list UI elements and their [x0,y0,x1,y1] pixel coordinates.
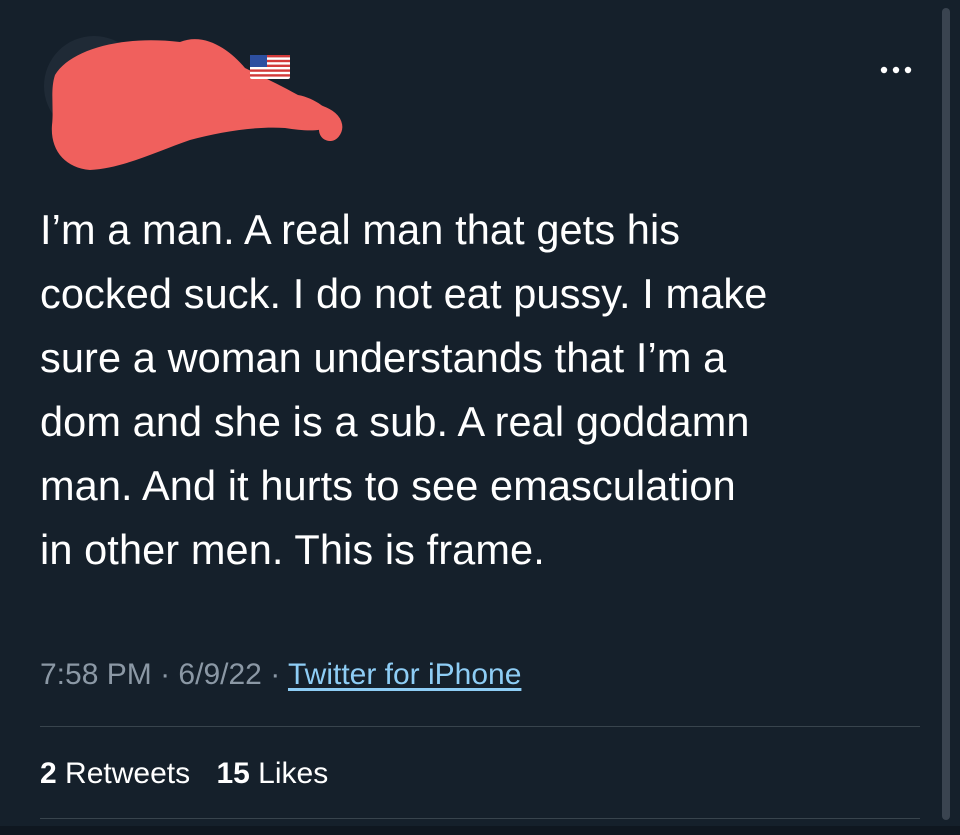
likes-label: Likes [258,757,329,790]
divider [40,726,920,727]
tweet-header [0,0,940,190]
tweet-text: I’m a man. A real man that gets his cock… [40,206,768,573]
retweets-stat[interactable]: 2 Retweets [40,752,190,796]
retweets-label: Retweets [65,757,191,790]
tweet-metadata: 7:58 PM · 6/9/22 · Twitter for iPhone [40,653,920,697]
scrollbar[interactable] [942,8,950,820]
likes-stat[interactable]: 15 Likes [216,752,328,796]
tweet-date[interactable]: 6/9/22 [178,658,261,691]
bottom-edge [0,826,960,835]
retweets-count: 2 [40,757,57,790]
tweet-stats: 2 Retweets 15 Likes [40,752,346,796]
likes-count: 15 [216,757,250,790]
redaction-scribble [51,39,343,170]
more-horizontal-icon [880,66,912,74]
meta-separator: · [270,658,281,691]
tweet-time[interactable]: 7:58 PM [40,658,152,691]
divider [40,818,920,819]
more-options-button[interactable] [872,56,920,80]
tweet-source-link[interactable]: Twitter for iPhone [288,658,521,691]
us-flag-icon [250,55,290,79]
meta-separator: · [160,658,171,691]
tweet-detail: I’m a man. A real man that gets his cock… [0,0,960,835]
